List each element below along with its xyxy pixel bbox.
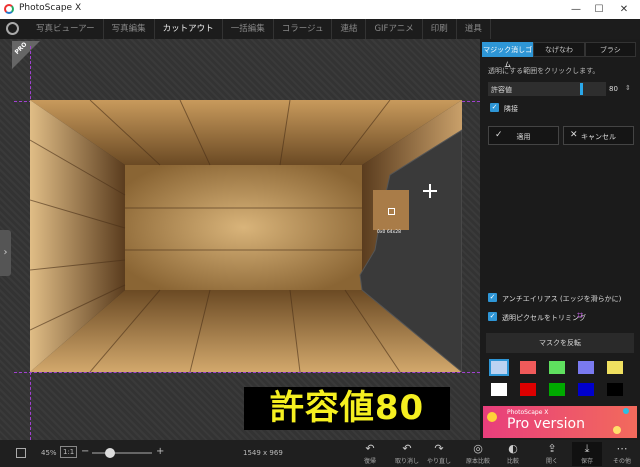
- tab-1[interactable]: 写真編集: [104, 19, 155, 39]
- minimize-button[interactable]: —: [565, 2, 587, 17]
- pro-version-banner[interactable]: PhotoScape X Pro version: [483, 406, 637, 438]
- trim-checkbox[interactable]: ✓: [488, 312, 497, 321]
- tab-8[interactable]: 道具: [457, 19, 491, 39]
- tolerance-spin-icon[interactable]: ⇕: [625, 84, 631, 92]
- tab-magic-eraser[interactable]: マジック消しゴム: [482, 42, 534, 69]
- tab-brush[interactable]: ブラシ: [584, 42, 636, 57]
- color-swatch[interactable]: [489, 359, 509, 376]
- zoom-level: 45%: [41, 449, 57, 457]
- color-swatch[interactable]: [518, 381, 538, 398]
- app-logo-icon: [4, 4, 14, 14]
- toolbar-label: 復帰: [363, 458, 376, 465]
- tab-3[interactable]: 一括編集: [223, 19, 274, 39]
- toolbar-label: やり直し: [426, 458, 451, 465]
- panel-hint: 透明にする範囲をクリックします。: [488, 67, 600, 75]
- banner-brand: PhotoScape X: [507, 409, 549, 416]
- tab-lasso[interactable]: なげなわ: [533, 42, 585, 57]
- tab-list: 写真ビューアー 写真編集 カットアウト 一括編集 コラージュ 連結 GIFアニメ 印刷 道具: [28, 19, 491, 39]
- close-button[interactable]: ✕: [613, 2, 635, 17]
- contiguous-checkbox[interactable]: ✓: [490, 103, 499, 112]
- banner-text: Pro version: [507, 416, 585, 432]
- toolbar-button-0[interactable]: ↶ 復帰: [355, 442, 385, 466]
- color-swatch[interactable]: [605, 381, 625, 398]
- tolerance-caption: 許容値80: [244, 387, 450, 430]
- toolbar-icon: ⋯: [616, 442, 628, 455]
- contiguous-label: 隣接: [504, 105, 518, 113]
- zoom-slider-thumb[interactable]: [104, 448, 115, 458]
- toolbar-button-3[interactable]: ◎ 原本比較: [463, 442, 493, 466]
- maximize-button[interactable]: ☐: [588, 2, 610, 17]
- main-tab-bar: 写真ビューアー 写真編集 カットアウト 一括編集 コラージュ 連結 GIFアニメ 印刷 道具: [0, 19, 640, 39]
- expand-sidebar-handle[interactable]: ›: [0, 230, 11, 276]
- toolbar-icon: ↶: [402, 442, 412, 455]
- color-swatch[interactable]: [547, 381, 567, 398]
- cutout-panel: [480, 39, 640, 440]
- tab-5[interactable]: 連結: [332, 19, 367, 39]
- trim-label: 透明ピクセルをトリミング: [502, 314, 586, 322]
- tolerance-value[interactable]: 80: [609, 85, 618, 93]
- settings-gear-icon[interactable]: [6, 22, 19, 35]
- toolbar-button-6[interactable]: ⤓ 保存: [572, 442, 602, 466]
- toolbar-button-4[interactable]: ◐ 比較: [498, 442, 528, 466]
- crop-guide-bottom: [14, 372, 480, 373]
- toolbar-icon: ◎: [473, 442, 483, 455]
- panel-tabs: マジック消しゴム なげなわ ブラシ: [482, 42, 636, 69]
- antialias-label: アンチエイリアス (エッジを滑らかに): [502, 295, 622, 303]
- tolerance-slider[interactable]: 許容値 80 ⇕: [488, 82, 632, 96]
- tab-2[interactable]: カットアウト: [155, 19, 223, 39]
- zoom-slider[interactable]: [92, 448, 152, 458]
- tolerance-label: 許容値: [491, 86, 512, 94]
- tab-4[interactable]: コラージュ: [274, 19, 333, 39]
- invert-mask-button[interactable]: マスクを反転: [486, 333, 634, 353]
- trim-icon[interactable]: ⌗: [577, 309, 583, 323]
- apply-button[interactable]: ✓ 適用: [488, 126, 559, 145]
- tab-0[interactable]: 写真ビューアー: [28, 19, 104, 39]
- zoom-in-button[interactable]: +: [156, 446, 164, 457]
- selection-size-label: 0x0 64x28: [377, 230, 401, 235]
- color-swatch[interactable]: [547, 359, 567, 376]
- toolbar-button-1[interactable]: ↶ 取り消し: [392, 442, 422, 466]
- toolbar-button-2[interactable]: ↷ やり直し: [424, 442, 454, 466]
- toolbar-label: 開く: [545, 458, 558, 465]
- color-swatch[interactable]: [605, 359, 625, 376]
- crosshair-cursor-icon: [423, 184, 437, 198]
- antialias-checkbox[interactable]: ✓: [488, 293, 497, 302]
- toolbar-label: 取り消し: [394, 458, 419, 465]
- cancel-button[interactable]: ✕ キャンセル: [563, 126, 634, 145]
- toolbar-button-5[interactable]: ⇪ 開く: [537, 442, 567, 466]
- toolbar-icon: ↶: [365, 442, 375, 455]
- color-swatch[interactable]: [489, 381, 509, 398]
- sample-region: 0x0 64x28: [373, 190, 409, 235]
- toolbar-label: その他: [612, 458, 631, 465]
- toolbar-icon: ◐: [508, 442, 518, 455]
- toolbar-label: 比較: [506, 458, 519, 465]
- color-swatch[interactable]: [576, 359, 596, 376]
- tab-6[interactable]: GIFアニメ: [366, 19, 423, 39]
- fit-view-icon[interactable]: [16, 448, 26, 458]
- toolbar-icon: ⤓: [584, 442, 590, 455]
- title-bar: PhotoScape X — ☐ ✕: [0, 0, 640, 19]
- actual-size-button[interactable]: 1:1: [60, 446, 78, 458]
- color-swatch[interactable]: [576, 381, 596, 398]
- pro-badge: PRO: [12, 41, 40, 69]
- toolbar-button-7[interactable]: ⋯ その他: [607, 442, 637, 466]
- zoom-out-button[interactable]: −: [81, 446, 89, 457]
- wooden-box-photo[interactable]: [30, 100, 462, 372]
- image-dimensions: 1549 x 969: [243, 449, 283, 457]
- app-title: PhotoScape X: [19, 3, 82, 13]
- toolbar-label: 保存: [580, 458, 593, 465]
- toolbar-icon: ⇪: [547, 442, 557, 455]
- toolbar-label: 原本比較: [465, 458, 490, 465]
- tab-7[interactable]: 印刷: [423, 19, 457, 39]
- toolbar-icon: ↷: [434, 442, 444, 455]
- tolerance-slider-thumb[interactable]: [580, 83, 583, 95]
- color-swatch[interactable]: [518, 359, 538, 376]
